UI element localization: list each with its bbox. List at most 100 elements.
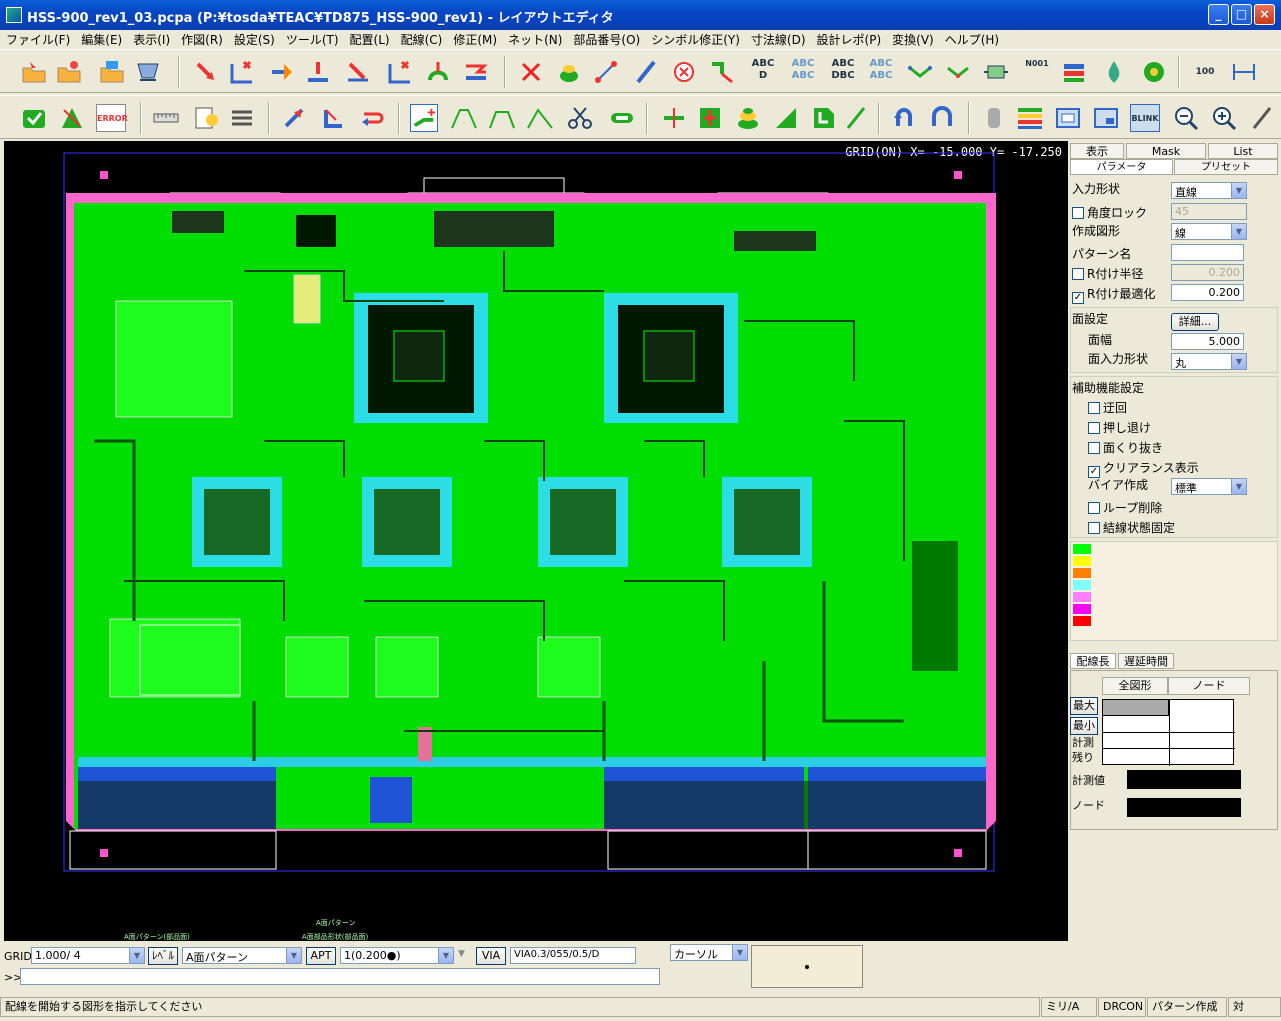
- pattern-name-input[interactable]: [1171, 244, 1244, 261]
- cut-icon[interactable]: [386, 58, 414, 86]
- menu-net[interactable]: ネット(N): [508, 31, 562, 48]
- grid-select[interactable]: 1.000/ 4 ▼: [31, 947, 145, 964]
- ruler-icon[interactable]: [152, 104, 180, 132]
- menu-tools[interactable]: ツール(T): [286, 31, 339, 48]
- menu-route[interactable]: 配線(C): [401, 31, 443, 48]
- route-arrow-icon[interactable]: [280, 104, 308, 132]
- route-loop-icon[interactable]: [358, 104, 386, 132]
- library-icon[interactable]: [134, 58, 162, 86]
- tab-route-length[interactable]: 配線長: [1070, 653, 1116, 669]
- max-button[interactable]: 最大: [1070, 697, 1098, 715]
- minimize-button[interactable]: _: [1208, 4, 1229, 25]
- snap-icon[interactable]: [708, 58, 736, 86]
- text-dbc-icon[interactable]: ABC DBC: [828, 58, 858, 86]
- error-icon[interactable]: ERROR: [96, 104, 128, 132]
- apt-button[interactable]: APT: [306, 947, 336, 965]
- route-pattern-icon[interactable]: [410, 104, 438, 132]
- apt-select[interactable]: 1(0.200●) ▼: [340, 947, 454, 964]
- r-radius-checkbox[interactable]: [1072, 268, 1084, 280]
- menu-modify[interactable]: 修正(M): [453, 31, 497, 48]
- open-file-icon[interactable]: [55, 58, 83, 86]
- color-swatch[interactable]: [1073, 580, 1091, 590]
- delete-icon[interactable]: [517, 58, 545, 86]
- move-icon[interactable]: [192, 58, 220, 86]
- menu-settings[interactable]: 設定(S): [234, 31, 275, 48]
- teardrop-icon[interactable]: [1100, 58, 1128, 86]
- tab-list[interactable]: List: [1208, 143, 1278, 159]
- cursor-select[interactable]: カーソル ▼: [670, 944, 748, 961]
- menu-edit[interactable]: 編集(E): [81, 31, 122, 48]
- pin-swap-icon[interactable]: [944, 58, 972, 86]
- dimension-icon[interactable]: [1230, 58, 1258, 86]
- route-down-icon[interactable]: [320, 104, 348, 132]
- pad-route-icon[interactable]: [696, 104, 724, 132]
- maximize-button[interactable]: □: [1231, 4, 1252, 25]
- pcb-canvas[interactable]: GRID(ON) X= -15.000 Y= -17.250 A面パターン A面…: [4, 141, 1068, 941]
- level-select[interactable]: A面パターン ▼: [182, 947, 302, 964]
- save-icon[interactable]: [98, 58, 126, 86]
- area-width-input[interactable]: 5.000: [1171, 333, 1244, 350]
- tab-preset[interactable]: プリセット: [1174, 159, 1278, 175]
- text-d-icon[interactable]: ABC D: [748, 58, 778, 86]
- measure-icon[interactable]: 100: [1190, 58, 1220, 86]
- pen-icon[interactable]: [632, 58, 660, 86]
- undo-icon[interactable]: [890, 104, 918, 132]
- zoom-out-icon[interactable]: [1172, 104, 1200, 132]
- drc-icon[interactable]: [58, 104, 86, 132]
- r-opt-row[interactable]: ✓ R付け最適化: [1072, 285, 1155, 304]
- detour-checkbox[interactable]: [1088, 402, 1100, 414]
- tab-parameter[interactable]: パラメータ: [1070, 159, 1173, 175]
- layer-color-list[interactable]: [1070, 541, 1278, 641]
- connection-fix-checkbox[interactable]: [1088, 522, 1100, 534]
- text-italic-icon[interactable]: ABC ABC: [866, 58, 896, 86]
- r-radius-row[interactable]: R付け半径: [1072, 265, 1143, 282]
- flip-icon[interactable]: [462, 58, 490, 86]
- detail-button[interactable]: 詳細...: [1171, 313, 1219, 331]
- split-icon[interactable]: [660, 104, 688, 132]
- color-swatch[interactable]: [1073, 556, 1091, 566]
- check-icon[interactable]: [20, 104, 48, 132]
- menu-place[interactable]: 配置(L): [350, 31, 390, 48]
- redo-icon[interactable]: [928, 104, 956, 132]
- open-folder-icon[interactable]: [20, 58, 48, 86]
- level-button[interactable]: ﾚﾍﾞﾙ: [148, 947, 178, 965]
- tab-display[interactable]: 表示: [1070, 143, 1124, 159]
- component-icon[interactable]: [555, 58, 583, 86]
- layer-stack-icon[interactable]: [1060, 58, 1088, 86]
- link-icon[interactable]: [608, 104, 636, 132]
- menu-symbol[interactable]: シンボル修正(Y): [651, 31, 740, 48]
- report-icon[interactable]: [192, 104, 220, 132]
- color-swatch[interactable]: [1073, 604, 1091, 614]
- via-value-field[interactable]: VIA0.3/055/0.5/D: [510, 947, 636, 964]
- via-button[interactable]: VIA: [476, 947, 506, 965]
- marker-icon[interactable]: [670, 58, 698, 86]
- list-icon[interactable]: [228, 104, 256, 132]
- display-icon[interactable]: [980, 104, 1008, 132]
- via-select[interactable]: 標準 ▼: [1171, 478, 1247, 495]
- menu-draw[interactable]: 作図(R): [181, 31, 223, 48]
- fill-area-icon[interactable]: [772, 104, 800, 132]
- color-swatch[interactable]: [1073, 616, 1091, 626]
- window-icon[interactable]: [1092, 104, 1120, 132]
- menu-file[interactable]: ファイル(F): [6, 31, 70, 48]
- via-stack-icon[interactable]: [734, 104, 762, 132]
- text-abc-icon[interactable]: ABC ABC: [788, 58, 818, 86]
- loop-delete-checkbox[interactable]: [1088, 502, 1100, 514]
- gate-swap-icon[interactable]: [982, 58, 1010, 86]
- slash-icon[interactable]: [844, 104, 872, 132]
- angle-lock-checkbox[interactable]: [1072, 207, 1084, 219]
- menu-view[interactable]: 表示(I): [133, 31, 170, 48]
- pencil-icon[interactable]: [1248, 104, 1276, 132]
- create-figure-select[interactable]: 線 ▼: [1171, 223, 1247, 240]
- net-name-icon[interactable]: N001: [1022, 58, 1052, 86]
- scissors-icon[interactable]: [566, 104, 594, 132]
- menu-dimension[interactable]: 寸法線(D): [751, 31, 806, 48]
- pcb-board[interactable]: A面パターン A面パターン(部品面) A面部品形状(部品面): [4, 141, 1068, 941]
- title-bar[interactable]: HSS-900_rev1_03.pcpa (P:¥tosda¥TEAC¥TD87…: [0, 0, 1281, 30]
- color-swatch[interactable]: [1073, 544, 1091, 554]
- cutout-checkbox[interactable]: [1088, 442, 1100, 454]
- connect-icon[interactable]: [592, 58, 620, 86]
- area-shape-select[interactable]: 丸 ▼: [1171, 353, 1247, 370]
- push-checkbox[interactable]: [1088, 422, 1100, 434]
- shape-area-icon[interactable]: [810, 104, 838, 132]
